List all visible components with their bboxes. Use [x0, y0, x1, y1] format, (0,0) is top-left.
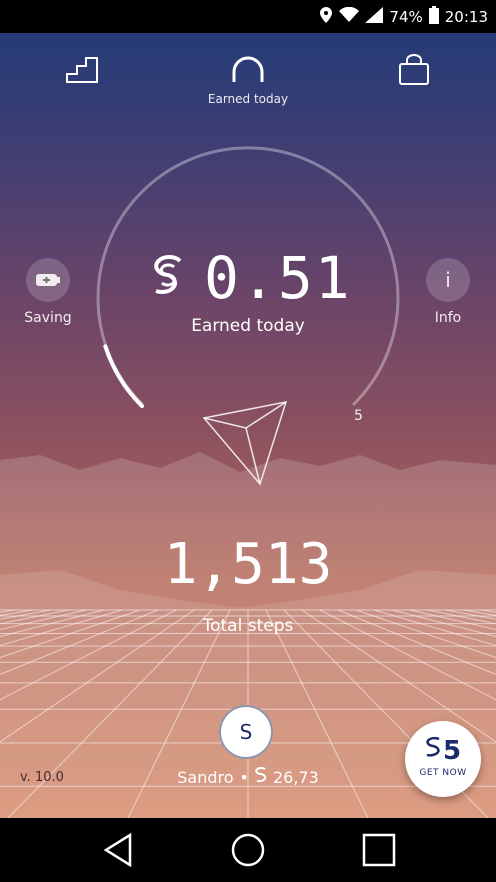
paper-plane-icon — [202, 401, 288, 486]
earned-amount: 0.51 — [150, 244, 352, 312]
system-nav-bar — [0, 818, 496, 882]
location-pin-icon — [319, 6, 333, 28]
sweatcoin-icon — [150, 253, 186, 303]
home-icon[interactable] — [230, 832, 266, 872]
get-now-button[interactable]: 5 GET NOW — [405, 721, 481, 797]
clock-time: 20:13 — [444, 7, 488, 26]
battery-percent: 74% — [389, 7, 423, 26]
battery-saver-icon — [26, 258, 70, 302]
wifi-icon — [339, 6, 360, 27]
total-steps-value: 1,513 — [163, 532, 333, 597]
battery-icon — [428, 5, 439, 28]
user-name: Sandro — [177, 767, 234, 787]
signal-icon — [365, 6, 384, 27]
info-icon: i — [426, 258, 470, 302]
earned-today-label: Earned today — [191, 316, 305, 336]
user-balance: 26,73 — [272, 767, 319, 787]
get-now-value: 5 — [442, 735, 462, 766]
back-icon[interactable] — [102, 832, 136, 872]
avatar[interactable]: S — [219, 705, 273, 759]
total-steps-label: Total steps — [202, 616, 294, 636]
earned-value: 0.51 — [204, 244, 352, 312]
get-now-label: GET NOW — [419, 768, 467, 778]
gauge-max-label: 5 — [354, 408, 363, 424]
version-label: v. 10.0 — [20, 770, 64, 785]
sweatcoin-icon — [425, 735, 441, 766]
sweatcoin-small-icon — [255, 766, 267, 788]
recents-icon[interactable] — [361, 832, 397, 872]
app-screen: Earned today Saving i Info 0.51 Earned t… — [0, 0, 496, 818]
status-bar: 74% 20:13 — [0, 0, 496, 33]
separator-dot: • — [239, 767, 249, 787]
earnings-gauge — [96, 146, 400, 486]
